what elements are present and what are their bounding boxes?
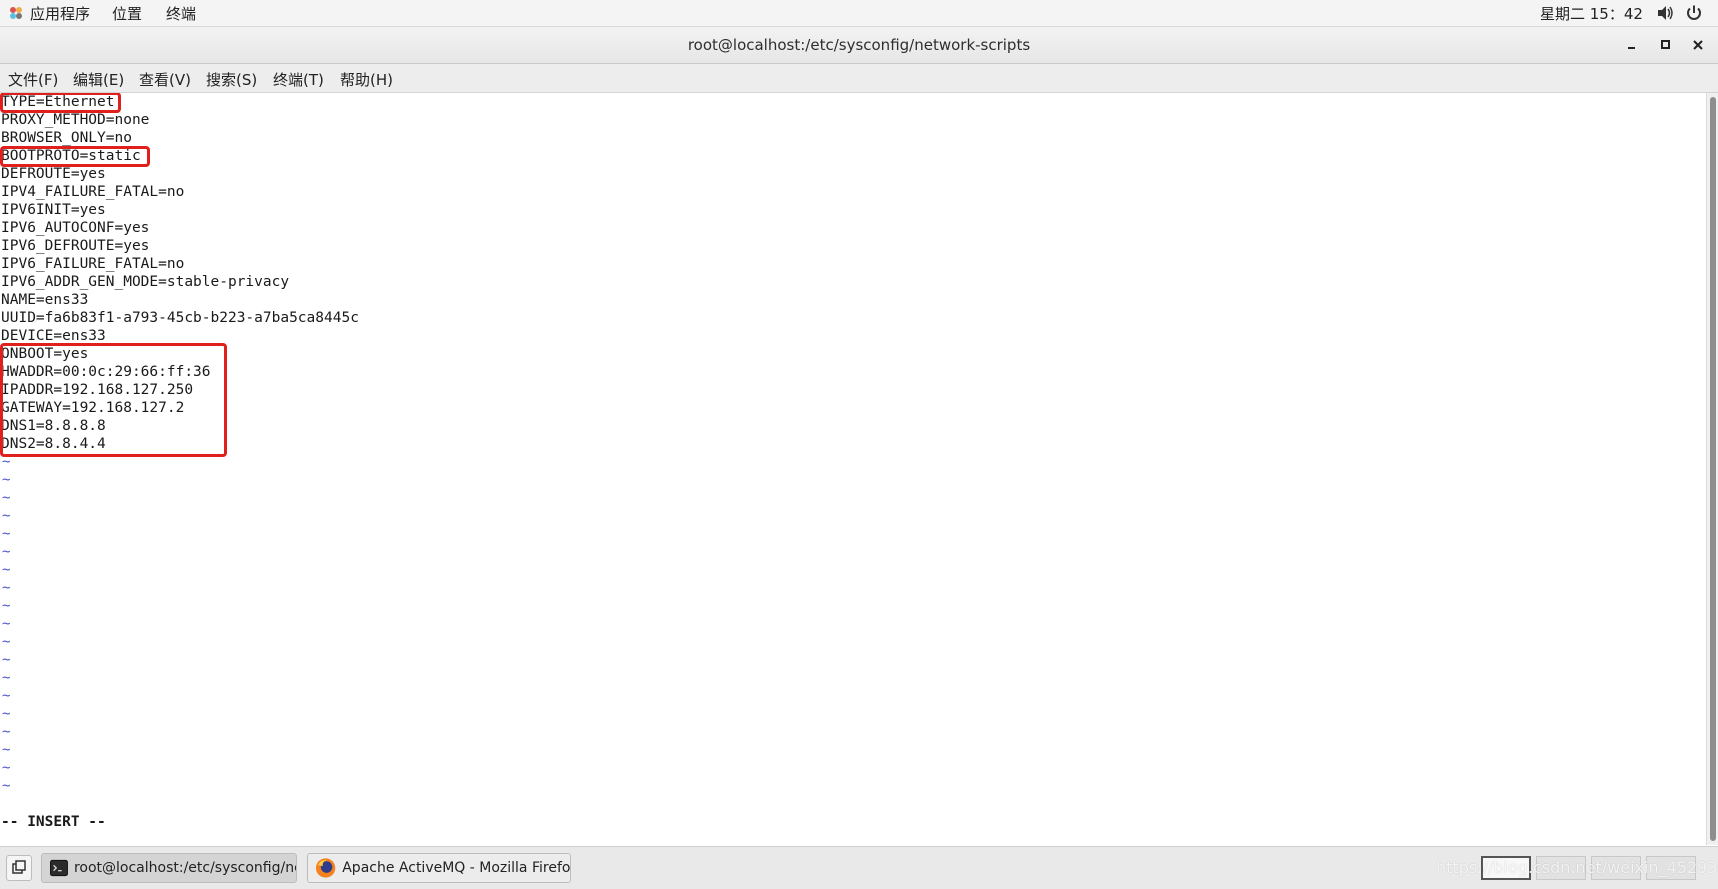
empty-line-marker: ~ [2,670,11,686]
empty-line-marker: ~ [2,598,11,614]
empty-line-marker: ~ [2,544,11,560]
empty-line-marker: ~ [2,616,11,632]
taskbar-item-label: root@localhost:/etc/sysconfig/net··· [73,860,296,876]
terminal-icon [50,859,68,877]
file-line: TYPE=Ethernet [1,94,115,110]
empty-line-marker: ~ [2,760,11,776]
power-icon[interactable] [1685,4,1703,22]
file-line: IPV4_FAILURE_FATAL=no [1,184,185,200]
empty-line-marker: ~ [2,634,11,650]
file-line: DEVICE=ens33 [1,328,106,344]
file-line: DEFROUTE=yes [1,166,106,182]
empty-line-marker: ~ [2,508,11,524]
empty-line-marker: ~ [2,778,11,794]
file-line: UUID=fa6b83f1-a793-45cb-b223-a7ba5ca8445… [1,310,359,326]
empty-line-marker: ~ [2,742,11,758]
taskbar-item-firefox[interactable]: Apache ActiveMQ - Mozilla Firefox [307,853,571,883]
empty-line-marker: ~ [2,652,11,668]
window-title: root@localhost:/etc/sysconfig/network-sc… [687,36,1031,54]
empty-line-marker: ~ [2,724,11,740]
menu-search[interactable]: 搜索(S) [206,69,257,90]
menu-view[interactable]: 查看(V) [139,69,191,90]
show-desktop-button[interactable] [6,855,32,881]
empty-line-marker: ~ [2,490,11,506]
file-line: IPV6_AUTOCONF=yes [1,220,150,236]
empty-line-marker: ~ [2,562,11,578]
file-line: ONBOOT=yes [1,346,89,362]
menu-bar: 文件(F) 编辑(E) 查看(V) 搜索(S) 终端(T) 帮助(H) [0,64,1718,93]
taskbar-item-label: Apache ActiveMQ - Mozilla Firefox [342,860,570,876]
file-line: IPV6_FAILURE_FATAL=no [1,256,185,272]
minimize-icon[interactable] [1623,36,1641,54]
applications-icon [10,7,22,19]
empty-line-marker: ~ [2,580,11,596]
window-titlebar[interactable]: root@localhost:/etc/sysconfig/network-sc… [0,27,1718,64]
file-line: PROXY_METHOD=none [1,112,150,128]
watermark: https://blog.csdn.net/weixin_45293769 [1436,858,1718,877]
file-line: IPV6_ADDR_GEN_MODE=stable-privacy [1,274,290,290]
vim-mode-status: -- INSERT -- [1,814,106,830]
empty-line-marker: ~ [2,526,11,542]
scrollbar-thumb[interactable] [1710,97,1716,841]
firefox-icon [315,858,336,878]
empty-line-marker: ~ [2,472,11,488]
terminal-app-menu[interactable]: 终端 [166,3,196,24]
maximize-icon[interactable] [1656,36,1674,54]
scrollbar[interactable] [1706,93,1718,845]
file-line: IPV6_DEFROUTE=yes [1,238,150,254]
show-desktop-icon [12,860,26,874]
file-line: IPV6INIT=yes [1,202,106,218]
clock[interactable]: 星期二 15：42 [1540,3,1643,24]
places-menu[interactable]: 位置 [112,3,142,24]
taskbar: root@localhost:/etc/sysconfig/net··· Apa… [0,846,1718,889]
volume-icon[interactable] [1656,4,1674,22]
menu-help[interactable]: 帮助(H) [340,69,393,90]
empty-line-marker: ~ [2,688,11,704]
file-line: IPADDR=192.168.127.250 [1,382,194,398]
file-line: GATEWAY=192.168.127.2 [1,400,185,416]
menu-terminal[interactable]: 终端(T) [273,69,324,90]
file-line: DNS1=8.8.8.8 [1,418,106,434]
file-line: BROWSER_ONLY=no [1,130,132,146]
menu-edit[interactable]: 编辑(E) [73,69,124,90]
top-panel: 应用程序 位置 终端 星期二 15：42 [0,0,1718,27]
taskbar-item-terminal[interactable]: root@localhost:/etc/sysconfig/net··· [41,853,297,883]
empty-line-marker: ~ [2,706,11,722]
file-line: DNS2=8.8.4.4 [1,436,106,452]
terminal-area[interactable]: TYPE=Ethernet PROXY_METHOD=none BROWSER_… [0,93,1706,845]
file-line: HWADDR=00:0c:29:66:ff:36 [1,364,211,380]
empty-line-marker: ~ [2,454,11,470]
applications-menu[interactable]: 应用程序 [30,3,90,24]
file-line: BOOTPROTO=static [1,148,141,164]
menu-file[interactable]: 文件(F) [8,69,58,90]
close-icon[interactable] [1689,36,1707,54]
file-line: NAME=ens33 [1,292,89,308]
